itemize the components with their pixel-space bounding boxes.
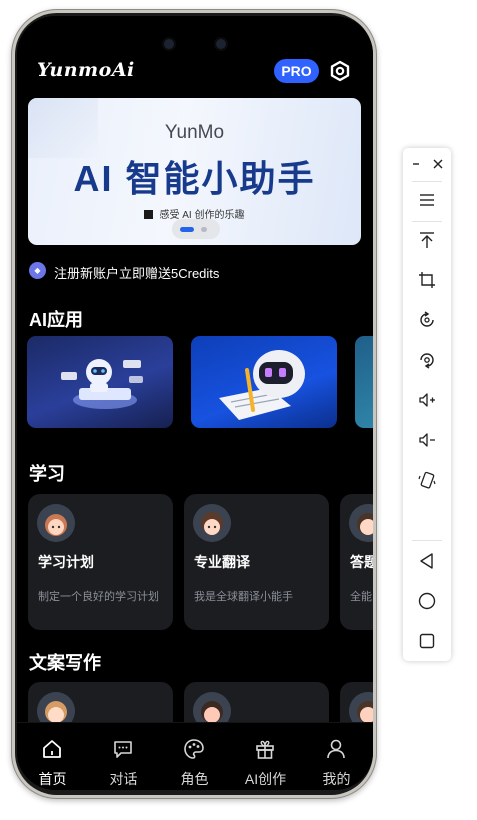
back-icon[interactable] — [417, 551, 437, 571]
ai-logo-icon — [144, 210, 154, 219]
bottom-tab-bar: 首页 对话 角色 AI创作 我的 — [17, 722, 373, 790]
writing-robot-illustration-icon — [219, 350, 305, 420]
pro-badge-button[interactable]: PRO — [274, 59, 319, 83]
ai-app-card-robot-writing[interactable] — [191, 336, 337, 428]
ai-app-card-robot-tablet[interactable] — [27, 336, 173, 428]
signup-notice-text: 注册新账户立即赠送5Credits — [54, 266, 220, 281]
minimize-icon[interactable] — [407, 154, 427, 174]
boy-avatar-icon — [193, 504, 231, 542]
avatar — [37, 504, 75, 542]
emulator-toolbar — [403, 148, 451, 661]
banner-subtitle: YunMo — [164, 122, 225, 143]
study-card-name: 答题 — [350, 554, 373, 570]
robot-illustration-icon — [61, 359, 143, 409]
carousel-dot[interactable] — [201, 227, 207, 232]
study-card[interactable]: 专业翻译 我是全球翻译小能手 — [184, 494, 329, 630]
tab-label: 角色 — [180, 771, 209, 787]
tab-home[interactable]: 首页 — [17, 723, 88, 790]
settings-icon[interactable] — [329, 60, 351, 82]
student-avatar-icon — [349, 504, 373, 542]
toolbar-divider — [412, 181, 442, 182]
study-card[interactable]: 学习计划 制定一个良好的学习计划 — [28, 494, 173, 630]
ai-app-card-partial[interactable] — [355, 336, 373, 428]
tab-label: 我的 — [322, 771, 351, 787]
rotate-icon[interactable] — [417, 310, 437, 330]
user-icon — [327, 739, 345, 759]
study-card-name: 学习计划 — [38, 554, 94, 570]
gift-icon — [256, 740, 274, 759]
tab-chat[interactable]: 对话 — [88, 723, 159, 790]
carousel-dot-active[interactable] — [180, 227, 194, 232]
toolbar-divider — [412, 221, 442, 222]
chat-icon — [114, 741, 132, 758]
study-card[interactable]: 答题 全能 — [340, 494, 373, 630]
tab-profile[interactable]: 我的 — [301, 723, 372, 790]
promo-banner[interactable]: YunMo AI 智能小助手 感受 AI 创作的乐趣 — [28, 98, 361, 245]
camera-icon — [164, 39, 174, 49]
home-circle-icon[interactable] — [417, 591, 437, 611]
menu-icon[interactable] — [417, 190, 437, 210]
pin-top-icon[interactable] — [417, 230, 437, 250]
shake-icon[interactable] — [417, 470, 437, 490]
carousel-indicator[interactable] — [172, 219, 220, 239]
phone-screen: YunmoAi PRO YunMo AI 智能小助手 感受 AI 创作的乐趣 ◆… — [17, 16, 373, 790]
toolbar-divider — [412, 540, 442, 541]
banner-title: AI 智能小助手 — [73, 158, 316, 199]
study-card-desc: 全能 — [350, 591, 372, 603]
volume-down-icon[interactable] — [417, 430, 437, 450]
close-icon[interactable] — [428, 154, 448, 174]
study-card-desc: 我是全球翻译小能手 — [194, 591, 293, 603]
credit-icon: ◆ — [29, 262, 46, 279]
camera-icon — [216, 39, 226, 49]
study-card-name: 专业翻译 — [194, 554, 250, 570]
tab-roles[interactable]: 角色 — [159, 723, 230, 790]
home-icon — [43, 740, 61, 758]
avatar — [193, 504, 231, 542]
section-title-study: 学习 — [29, 464, 65, 484]
tab-ai-create[interactable]: AI创作 — [230, 723, 301, 790]
tab-label: 对话 — [109, 771, 138, 787]
study-card-desc: 制定一个良好的学习计划 — [38, 591, 159, 603]
app-logo: YunmoAi — [37, 59, 135, 81]
section-title-copywriting: 文案写作 — [29, 653, 101, 673]
volume-up-icon[interactable] — [417, 390, 437, 410]
crop-icon[interactable] — [417, 270, 437, 290]
section-title-ai-apps: AI应用 — [29, 310, 83, 330]
tab-label: 首页 — [38, 771, 67, 787]
palette-icon — [184, 739, 204, 759]
overview-icon[interactable] — [417, 631, 437, 651]
girl-avatar-icon — [37, 504, 75, 542]
tab-label: AI创作 — [244, 771, 287, 787]
avatar — [349, 504, 373, 542]
screen-rotate-icon[interactable] — [417, 350, 437, 370]
